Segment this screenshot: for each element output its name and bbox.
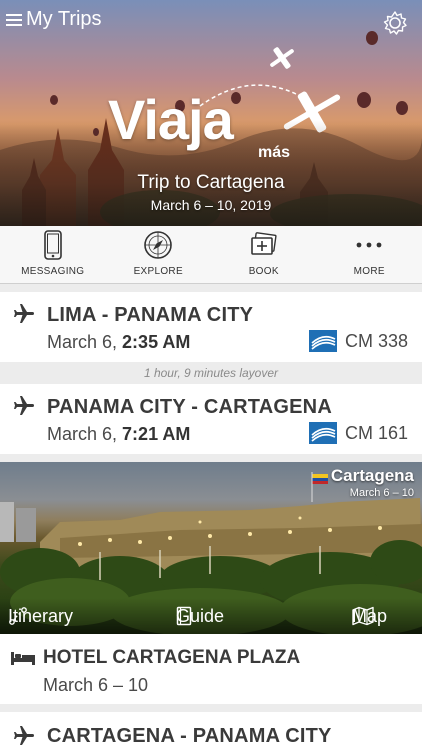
- copa-airlines-logo-icon: [308, 422, 337, 444]
- book-button[interactable]: BOOK: [211, 226, 317, 283]
- layover-note: 1 hour, 9 minutes layover: [0, 362, 422, 384]
- flight-card[interactable]: CARTAGENA - PANAMA CITY: [0, 712, 422, 750]
- destination-name: Cartagena: [330, 466, 414, 485]
- destination-card[interactable]: Cartagena March 6 – 10 Itinerary Guide M…: [0, 462, 422, 634]
- more-label: MORE: [353, 266, 385, 277]
- hotel-card[interactable]: HOTEL CARTAGENA PLAZA March 6 – 10: [0, 634, 422, 704]
- copa-airlines-logo-icon: [308, 330, 337, 352]
- flight-time: 2:35 AM: [122, 332, 191, 352]
- airplane-icon: [14, 304, 34, 323]
- airline-badge: CM 161: [308, 422, 408, 444]
- more-icon: [356, 242, 382, 248]
- my-trips-label: My Trips: [26, 8, 102, 30]
- flight-route: PANAMA CITY - CARTAGENA: [47, 396, 332, 418]
- more-button[interactable]: MORE: [317, 226, 422, 283]
- messaging-label: MESSAGING: [21, 266, 85, 277]
- phone-icon: [43, 230, 62, 260]
- logo-sub: más: [258, 144, 291, 161]
- trip-title: Trip to Cartagena: [137, 172, 285, 193]
- guide-link[interactable]: Guide: [176, 606, 224, 627]
- airplane-icon: [14, 396, 34, 415]
- airline-badge: CM 338: [308, 330, 408, 352]
- top-bar: My Trips: [0, 0, 422, 44]
- itinerary-link[interactable]: Itinerary: [8, 606, 73, 627]
- guide-book-icon: [176, 606, 192, 626]
- route-icon: [9, 607, 27, 625]
- destination-dates: March 6 – 10: [349, 487, 414, 499]
- action-toolbar: MESSAGING EXPLORE BOOK MORE: [0, 226, 422, 284]
- app-logo: Viaja más: [108, 88, 290, 162]
- flight-time: 7:21 AM: [122, 424, 191, 444]
- flight-card[interactable]: LIMA - PANAMA CITY March 6, 2:35 AM CM 3…: [0, 292, 422, 362]
- flight-route: LIMA - PANAMA CITY: [47, 304, 254, 326]
- flight-number: CM 161: [344, 422, 408, 443]
- flight-number: CM 338: [344, 330, 408, 351]
- hotel-name: HOTEL CARTAGENA PLAZA: [43, 647, 301, 668]
- hotel-dates: March 6 – 10: [43, 675, 149, 695]
- bed-icon: [11, 652, 35, 665]
- flight-route: CARTAGENA - PANAMA CITY: [47, 725, 332, 747]
- flight-date: March 6, 2:35 AM: [47, 332, 190, 353]
- flight-date: March 6, 7:21 AM: [47, 424, 190, 445]
- book-label: BOOK: [248, 266, 279, 277]
- flight-date-day: March 6,: [47, 332, 118, 352]
- flight-card[interactable]: PANAMA CITY - CARTAGENA March 6, 7:21 AM…: [0, 384, 422, 454]
- logo-word: Viaja: [108, 88, 234, 151]
- explore-label: EXPLORE: [133, 266, 183, 277]
- trip-dates: March 6 – 10, 2019: [150, 197, 272, 213]
- compass-icon: [144, 231, 173, 259]
- flight-date-day: March 6,: [47, 424, 118, 444]
- map-link[interactable]: Map: [352, 606, 387, 627]
- my-trips-menu-button[interactable]: My Trips: [6, 8, 102, 31]
- airplane-icon: [14, 726, 34, 745]
- explore-button[interactable]: EXPLORE: [106, 226, 212, 283]
- trip-hero: My Trips Viaja más Trip to Cartagena Mar…: [0, 0, 422, 226]
- messaging-button[interactable]: MESSAGING: [0, 226, 106, 283]
- gear-icon[interactable]: [382, 10, 408, 36]
- map-icon: [352, 606, 374, 626]
- book-icon: [250, 232, 277, 255]
- hamburger-icon: [6, 13, 22, 27]
